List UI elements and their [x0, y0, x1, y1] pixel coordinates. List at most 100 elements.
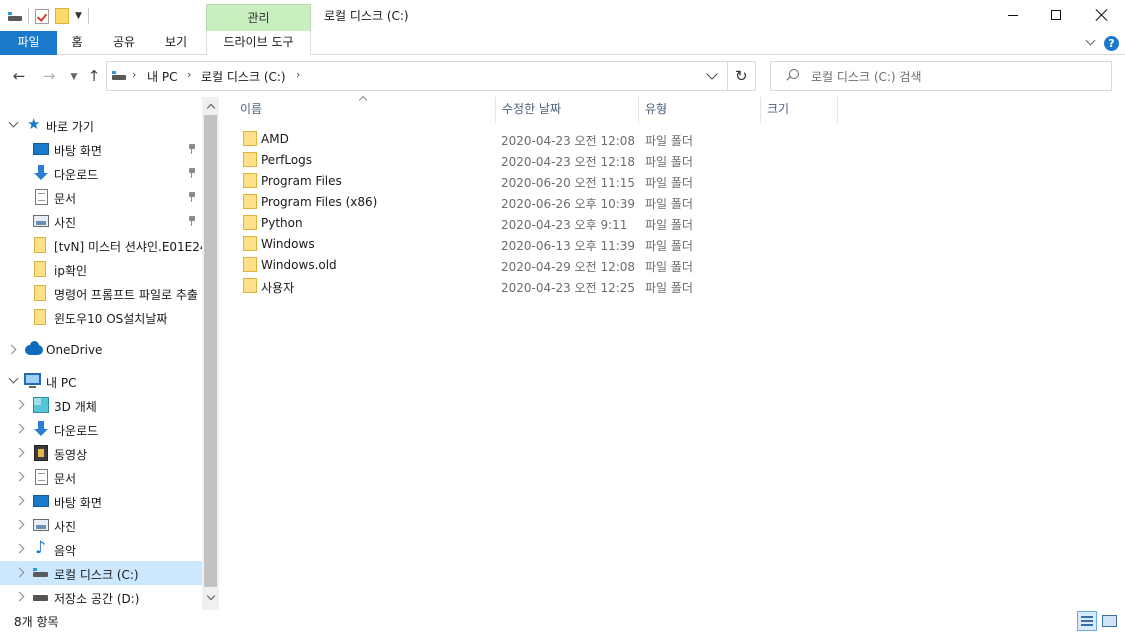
tab-view[interactable]: 보기 — [156, 31, 196, 55]
expand-chevron-icon[interactable] — [16, 471, 26, 481]
drive-icon[interactable] — [8, 11, 22, 21]
nav-pictures[interactable]: 사진 — [0, 209, 202, 233]
breadcrumb-separator-icon[interactable]: › — [132, 68, 136, 81]
nav-label: OneDrive — [46, 343, 103, 357]
expand-chevron-icon[interactable] — [16, 543, 26, 553]
file-type: 파일 폴더 — [645, 239, 693, 253]
file-name: Program Files — [261, 174, 342, 188]
nav-music[interactable]: ♪ 음악 — [0, 537, 202, 561]
nav-desktop[interactable]: 바탕 화면 — [0, 137, 202, 161]
tab-home[interactable]: 홈 — [62, 31, 92, 55]
maximize-button[interactable] — [1033, 0, 1079, 30]
nav-storage-space-d[interactable]: 저장소 공간 (D:) — [0, 585, 202, 609]
nav-quick-access[interactable]: ★ 바로 가기 — [0, 113, 202, 137]
address-history-chevron-icon[interactable] — [705, 70, 719, 84]
search-input[interactable]: 로컬 디스크 (C:) 검색 — [811, 68, 922, 85]
breadcrumb-separator-icon[interactable]: › — [296, 68, 300, 81]
file-name: PerfLogs — [261, 153, 313, 167]
up-arrow-icon[interactable]: ↑ — [84, 67, 104, 85]
column-header-type[interactable]: 유형 — [638, 97, 760, 123]
expand-ribbon-chevron-icon[interactable] — [1084, 36, 1098, 50]
expand-chevron-icon[interactable] — [8, 344, 18, 354]
address-bar[interactable]: › 내 PC › 로컬 디스크 (C:) › ↻ — [106, 61, 756, 91]
file-date: 2020-06-26 오후 10:39 — [501, 197, 636, 211]
nav-label: 사진 — [54, 216, 77, 230]
nav-pc-documents[interactable]: 문서 — [0, 465, 202, 489]
expand-chevron-icon[interactable] — [16, 447, 26, 457]
properties-icon[interactable] — [35, 8, 49, 24]
file-row[interactable]: AMD 2020-04-23 오전 12:08 파일 폴더 — [234, 128, 838, 149]
refresh-icon[interactable]: ↻ — [735, 67, 748, 85]
nav-onedrive[interactable]: OneDrive — [0, 338, 202, 362]
column-header-name[interactable]: 이름 — [234, 97, 495, 123]
recent-locations-chevron-icon[interactable]: ▼ — [64, 68, 84, 86]
column-header-size[interactable]: 크기 — [760, 97, 838, 123]
expand-chevron-icon[interactable] — [16, 495, 26, 505]
scroll-down-arrow-icon[interactable] — [207, 594, 215, 602]
customize-toolbar-chevron-icon[interactable]: ▼ — [75, 11, 82, 21]
back-arrow-icon[interactable]: ← — [9, 67, 29, 85]
pictures-icon — [33, 215, 49, 227]
scrollbar-thumb[interactable] — [204, 115, 217, 587]
forward-arrow-icon[interactable]: → — [39, 67, 59, 85]
details-view-icon[interactable] — [1077, 611, 1097, 631]
expand-chevron-icon[interactable] — [16, 567, 26, 577]
nav-local-disk-c[interactable]: 로컬 디스크 (C:) — [0, 561, 202, 585]
ribbon-tabs: 파일 홈 공유 보기 드라이브 도구 — [0, 31, 1125, 55]
drive-icon — [112, 71, 126, 80]
expand-chevron-icon[interactable] — [16, 399, 26, 409]
collapse-chevron-icon[interactable] — [8, 375, 18, 385]
folder-icon — [243, 236, 257, 251]
expand-chevron-icon[interactable] — [16, 591, 26, 601]
tab-drive-tools[interactable]: 드라이브 도구 — [206, 31, 311, 55]
nav-label: 저장소 공간 (D:) — [54, 592, 140, 606]
tab-share[interactable]: 공유 — [104, 31, 144, 55]
nav-pc-pictures[interactable]: 사진 — [0, 513, 202, 537]
nav-folder-tvn[interactable]: [tvN] 미스터 션샤인.E01E24 — [0, 233, 202, 257]
scroll-up-arrow-icon[interactable] — [207, 103, 215, 111]
file-row[interactable]: Python 2020-04-23 오후 9:11 파일 폴더 — [234, 212, 838, 233]
tab-manage[interactable]: 관리 — [206, 4, 311, 31]
drive-icon — [33, 595, 49, 611]
breadcrumb-this-pc[interactable]: 내 PC — [147, 68, 177, 85]
file-row[interactable]: Program Files 2020-06-20 오전 11:15 파일 폴더 — [234, 170, 838, 191]
close-button[interactable] — [1079, 0, 1125, 30]
new-folder-icon[interactable] — [55, 8, 69, 24]
folder-icon — [243, 194, 257, 209]
nav-videos[interactable]: 동영상 — [0, 441, 202, 465]
file-row[interactable]: Program Files (x86) 2020-06-26 오후 10:39 … — [234, 191, 838, 212]
nav-pc-desktop[interactable]: 바탕 화면 — [0, 489, 202, 513]
nav-3d-objects[interactable]: 3D 개체 — [0, 393, 202, 417]
folder-icon — [243, 215, 257, 230]
file-row[interactable]: 사용자 2020-04-23 오전 12:25 파일 폴더 — [234, 275, 838, 296]
nav-downloads[interactable]: 다운로드 — [0, 161, 202, 185]
nav-pc-downloads[interactable]: 다운로드 — [0, 417, 202, 441]
help-icon[interactable]: ? — [1104, 36, 1119, 51]
file-date: 2020-04-23 오후 9:11 — [501, 218, 628, 232]
minimize-button[interactable] — [990, 0, 1036, 30]
column-header-date-modified[interactable]: 수정한 날짜 — [495, 97, 638, 123]
expand-chevron-icon[interactable] — [16, 423, 26, 433]
file-row[interactable]: Windows.old 2020-04-29 오전 12:08 파일 폴더 — [234, 254, 838, 275]
star-icon: ★ — [27, 115, 41, 133]
search-box[interactable]: 로컬 디스크 (C:) 검색 — [770, 61, 1112, 91]
file-row[interactable]: Windows 2020-06-13 오후 11:39 파일 폴더 — [234, 233, 838, 254]
large-icons-view-icon[interactable] — [1101, 612, 1117, 628]
nav-label: 윈도우10 OS설치날짜 — [54, 312, 168, 326]
collapse-chevron-icon[interactable] — [8, 119, 18, 129]
breadcrumb-separator-icon[interactable]: › — [187, 68, 191, 81]
nav-label: 다운로드 — [54, 424, 99, 438]
file-name: Windows.old — [261, 258, 337, 272]
nav-this-pc[interactable]: 내 PC — [0, 369, 202, 393]
nav-folder-command-prompt[interactable]: 명령어 프롬프트 파일로 추출 — [0, 281, 202, 305]
file-row[interactable]: PerfLogs 2020-04-23 오전 12:18 파일 폴더 — [234, 149, 838, 170]
pin-icon — [188, 168, 196, 178]
nav-folder-ip[interactable]: ip확인 — [0, 257, 202, 281]
nav-folder-windows10-install[interactable]: 윈도우10 OS설치날짜 — [0, 305, 202, 329]
breadcrumb-local-disk[interactable]: 로컬 디스크 (C:) — [201, 68, 286, 85]
nav-documents[interactable]: 문서 — [0, 185, 202, 209]
navigation-scrollbar[interactable] — [202, 97, 219, 610]
toolbar-divider — [87, 8, 89, 24]
tab-file[interactable]: 파일 — [0, 31, 57, 55]
expand-chevron-icon[interactable] — [16, 519, 26, 529]
